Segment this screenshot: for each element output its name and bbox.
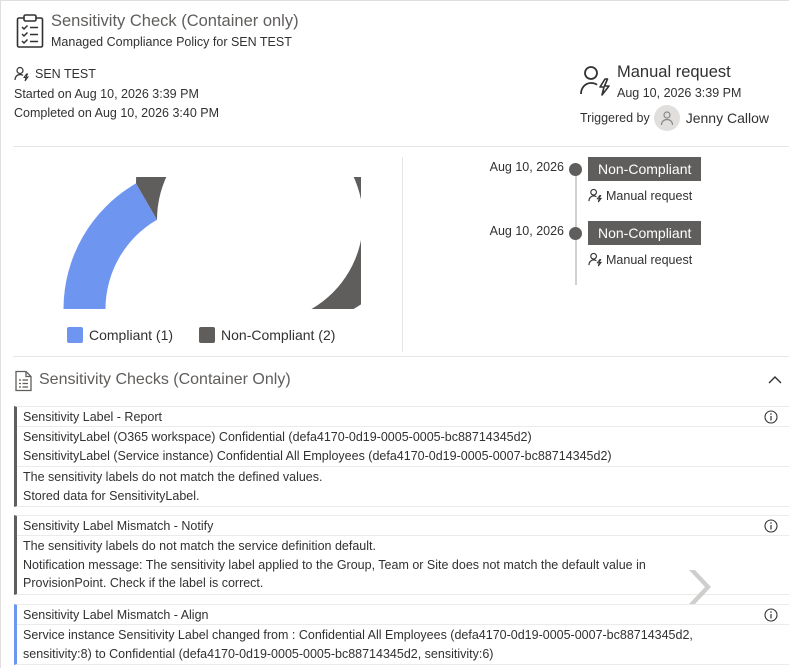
legend-swatch-non-compliant xyxy=(199,327,216,343)
timeline-date: Aug 10, 2026 xyxy=(489,160,564,174)
scroll-chevron-icon[interactable] xyxy=(685,568,715,606)
check-title: Sensitivity Label Mismatch - Notify xyxy=(17,516,789,536)
legend-swatch-compliant xyxy=(67,327,83,343)
run-completed: Completed on Aug 10, 2026 3:40 PM xyxy=(14,106,220,120)
timeline-date: Aug 10, 2026 xyxy=(489,224,564,238)
check-details: The sensitivity labels do not match the … xyxy=(17,536,789,594)
status-badge[interactable]: Non-Compliant xyxy=(588,221,702,245)
check-line: The sensitivity labels do not match the … xyxy=(23,470,323,484)
check-line: The sensitivity labels do not match the … xyxy=(23,539,376,553)
timeline-trigger: Manual request xyxy=(588,252,692,267)
check-title-label: Sensitivity Label Mismatch - Align xyxy=(23,608,209,622)
status-badge[interactable]: Non-Compliant xyxy=(588,157,702,181)
check-title: Sensitivity Label Mismatch - Align xyxy=(17,605,789,625)
check-title-label: Sensitivity Label Mismatch - Notify xyxy=(23,519,214,533)
check-line: Stored data for SensitivityLabel. xyxy=(23,488,200,503)
chevron-up-icon[interactable] xyxy=(767,373,783,387)
person-icon xyxy=(660,111,673,126)
run-started: Started on Aug 10, 2026 3:39 PM xyxy=(14,87,199,101)
check-result: The sensitivity labels do not match the … xyxy=(17,467,789,506)
check-card-align: Sensitivity Label Mismatch - Align Servi… xyxy=(14,604,789,665)
gauge-segment-non-compliant xyxy=(136,177,361,309)
timeline-dot xyxy=(569,163,582,176)
check-card-report: Sensitivity Label - Report SensitivityLa… xyxy=(14,406,789,507)
run-owner-label: SEN TEST xyxy=(35,67,96,81)
info-icon[interactable] xyxy=(764,608,778,622)
check-title: Sensitivity Label - Report xyxy=(17,407,789,427)
run-owner: SEN TEST xyxy=(14,66,96,82)
divider xyxy=(13,356,789,357)
clipboard-checklist-icon xyxy=(16,14,44,48)
gauge-legend: Compliant (1) Non-Compliant (2) xyxy=(67,327,361,343)
check-details: Service instance Sensitivity Label chang… xyxy=(17,625,789,664)
document-list-icon xyxy=(15,370,32,392)
section-title: Sensitivity Checks (Container Only) xyxy=(39,371,291,388)
triggered-by-user[interactable]: Jenny Callow xyxy=(686,110,769,126)
gauge-segment-compliant xyxy=(63,183,157,309)
divider xyxy=(13,146,789,147)
run-detail-panel: Sensitivity Check (Container only) Manag… xyxy=(0,0,789,668)
legend-label-non-compliant: Non-Compliant (2) xyxy=(221,327,336,343)
user-trigger-icon xyxy=(14,66,29,82)
trigger-title: Manual request xyxy=(617,63,731,81)
timeline-trigger-label: Manual request xyxy=(606,188,693,203)
page-title: Sensitivity Check (Container only) xyxy=(51,12,299,30)
timeline-trigger-label: Manual request xyxy=(606,252,693,267)
user-trigger-icon xyxy=(588,252,603,267)
check-details: SensitivityLabel (O365 workspace) Confid… xyxy=(17,427,789,467)
manual-request-icon xyxy=(580,66,610,96)
info-icon[interactable] xyxy=(764,410,778,424)
check-line: sensitivity:8) to Confidential (defa4170… xyxy=(23,646,494,661)
triggered-by-label: Triggered by xyxy=(580,111,650,125)
legend-label-compliant: Compliant (1) xyxy=(89,327,174,343)
check-line: ProvisionPoint. Check if the label is co… xyxy=(23,576,264,590)
avatar[interactable] xyxy=(653,105,680,131)
timeline-dot xyxy=(569,227,582,240)
page-subtitle: Managed Compliance Policy for SEN TEST xyxy=(51,35,292,49)
check-line: Service instance Sensitivity Label chang… xyxy=(23,628,693,642)
check-title-label: Sensitivity Label - Report xyxy=(23,410,162,424)
check-card-notify: Sensitivity Label Mismatch - Notify The … xyxy=(14,515,789,595)
legend-item-compliant: Compliant (1) xyxy=(67,327,173,343)
check-line: SensitivityLabel (Service instance) Conf… xyxy=(23,448,612,463)
info-icon[interactable] xyxy=(764,519,778,533)
divider-vertical xyxy=(402,157,403,352)
check-line: SensitivityLabel (O365 workspace) Confid… xyxy=(23,430,532,444)
trigger-date: Aug 10, 2026 3:39 PM xyxy=(617,86,742,100)
compliance-gauge xyxy=(63,177,361,309)
check-line: Notification message: The sensitivity la… xyxy=(23,557,646,572)
user-trigger-icon xyxy=(588,188,603,203)
triggered-by: Triggered by Jenny Callow xyxy=(580,105,769,131)
legend-item-non-compliant: Non-Compliant (2) xyxy=(199,327,335,343)
timeline-trigger: Manual request xyxy=(588,188,692,203)
